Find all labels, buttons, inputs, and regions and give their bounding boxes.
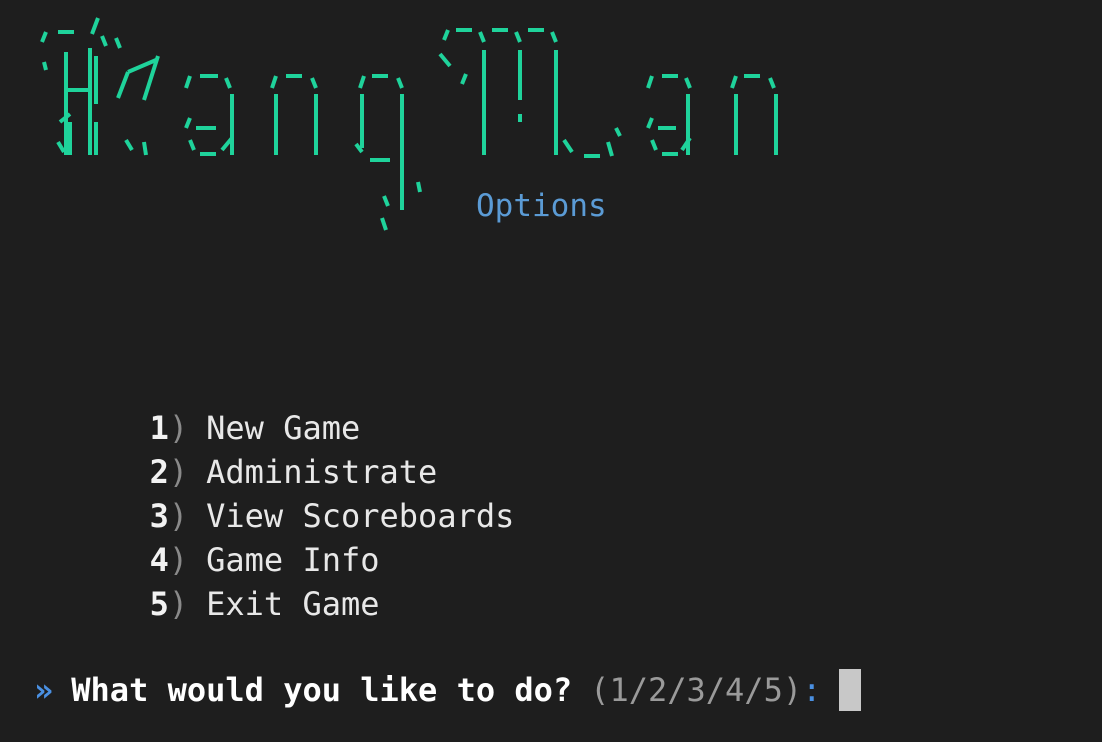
main-menu: 1) New Game 2) Administrate 3) View Scorebo… [34, 362, 515, 623]
menu-item-number: 4 [149, 541, 169, 579]
menu-item-number: 2 [149, 453, 169, 491]
menu-item-label: View Scoreboards [206, 497, 515, 535]
command-prompt[interactable]: » What would you like to do? (1/2/3/4/5): [34, 668, 862, 712]
menu-item-label: Exit Game [206, 585, 380, 623]
menu-item-number: 1 [149, 409, 169, 447]
menu-item-label: Game Info [206, 541, 380, 579]
menu-item-label: Administrate [206, 453, 438, 491]
menu-item-label: New Game [206, 409, 361, 447]
menu-item-paren: ) [168, 453, 189, 491]
prompt-arrow-icon: » [34, 671, 54, 709]
menu-item-paren: ) [168, 585, 189, 623]
menu-item-number: 5 [149, 585, 169, 623]
menu-item-paren: ) [168, 541, 189, 579]
prompt-colon: : [802, 671, 822, 709]
hangman-logo-art [40, 17, 778, 231]
menu-item-number: 3 [149, 497, 169, 535]
prompt-question: What would you like to do? [71, 671, 573, 709]
prompt-choices: (1/2/3/4/5) [590, 671, 803, 709]
menu-item-paren: ) [168, 497, 189, 535]
menu-item-new-game[interactable]: 1) New Game [34, 362, 514, 447]
options-subtitle: Options [476, 188, 607, 224]
menu-item-paren: ) [168, 409, 189, 447]
text-cursor[interactable] [839, 669, 862, 711]
hangman-ascii-banner: Options [36, 10, 796, 245]
terminal-window: Options 1) New Game 2) Administrate 3) View… [0, 0, 1102, 742]
